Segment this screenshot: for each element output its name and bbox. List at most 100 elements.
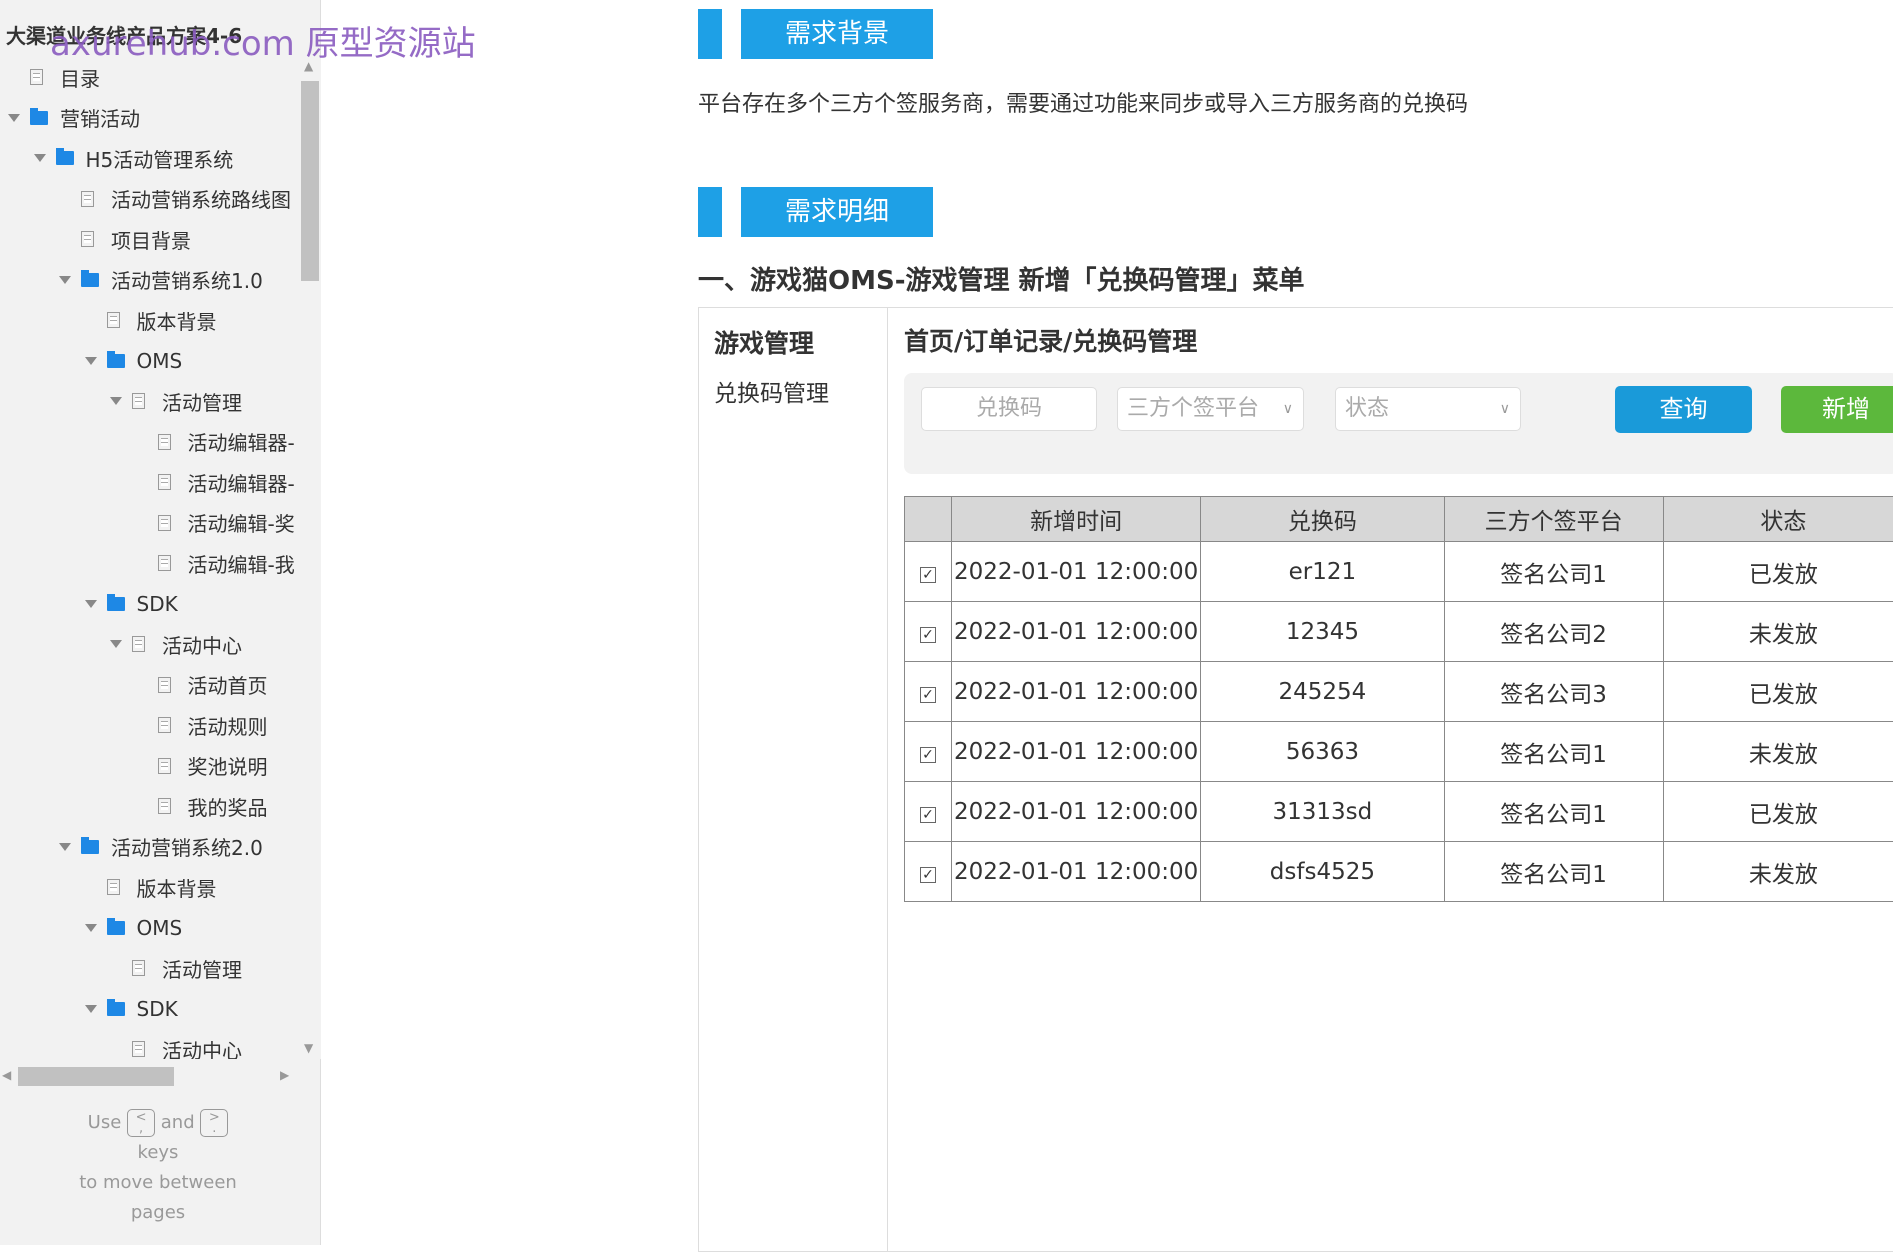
scroll-down-icon[interactable]: ▼	[304, 1041, 313, 1055]
tree-item[interactable]: 活动编辑-我	[158, 543, 295, 583]
tree-item[interactable]: OMS	[107, 908, 183, 948]
tree-item[interactable]: 活动首页	[158, 665, 268, 705]
horizontal-scrollbar[interactable]: ◀ ▶	[0, 1064, 299, 1088]
expand-arrow-icon[interactable]	[85, 1005, 97, 1013]
table-cell: 签名公司3	[1444, 662, 1663, 722]
table-cell: dsfs4525	[1201, 842, 1444, 902]
table-cell: 未发放	[1663, 722, 1893, 782]
comma-key-icon: <,	[127, 1109, 155, 1137]
row-checkbox[interactable]: ✓	[920, 807, 936, 823]
expand-arrow-icon[interactable]	[110, 640, 122, 648]
add-button[interactable]: 新增	[1781, 386, 1893, 433]
folder-icon	[81, 840, 99, 854]
row-checkbox[interactable]: ✓	[920, 567, 936, 583]
folder-icon	[107, 1002, 125, 1016]
chevron-down-icon: ∨	[1283, 388, 1293, 430]
tree-item-label: 奖池说明	[188, 751, 268, 780]
tree-item-label: SDK	[137, 997, 178, 1021]
help-text: pages	[0, 1198, 316, 1228]
menu-item-redeem-codes[interactable]: 兑换码管理	[714, 374, 829, 408]
tree-item-label: OMS	[137, 916, 183, 940]
tree-item[interactable]: 活动编辑-奖	[158, 503, 295, 543]
tree-item[interactable]: H5活动管理系统	[56, 138, 234, 178]
row-checkbox[interactable]: ✓	[920, 627, 936, 643]
tree-item[interactable]: 活动营销系统1.0	[81, 260, 263, 300]
requirement-heading: 一、游戏猫OMS-游戏管理 新增「兑换码管理」菜单	[698, 260, 1305, 297]
table-cell: 2022-01-01 12:00:00	[952, 662, 1201, 722]
row-checkbox[interactable]: ✓	[920, 687, 936, 703]
tree-item[interactable]: 奖池说明	[158, 746, 268, 786]
tree-item[interactable]: 目录	[30, 57, 100, 97]
query-button[interactable]: 查询	[1615, 386, 1752, 433]
platform-select[interactable]: 三方个签平台∨	[1117, 387, 1304, 431]
expand-arrow-icon[interactable]	[85, 357, 97, 365]
help-text: to move between	[0, 1168, 316, 1198]
tree-item[interactable]: 活动中心	[132, 1029, 242, 1059]
table-cell: 已发放	[1663, 782, 1893, 842]
tree-item-label: 活动编辑器-	[188, 427, 295, 456]
tree-item-label: H5活动管理系统	[86, 144, 234, 173]
sidebar: 大渠道业务线产品方案4-6 axurehub.com 原型资源站 目录营销活动H…	[0, 0, 321, 1245]
row-checkbox-cell: ✓	[905, 662, 952, 722]
expand-arrow-icon[interactable]	[59, 843, 71, 851]
tree-item[interactable]: SDK	[107, 989, 178, 1029]
tree-item-label: 我的奖品	[188, 792, 268, 821]
tree-item[interactable]: 项目背景	[81, 219, 191, 259]
tree-item[interactable]: 活动中心	[132, 624, 242, 664]
table-cell: 已发放	[1663, 662, 1893, 722]
tree-item-label: 活动规则	[188, 711, 268, 740]
tree-item[interactable]: 活动规则	[158, 705, 268, 745]
section-marker	[698, 9, 722, 59]
section-title: 需求背景	[741, 9, 933, 59]
scroll-thumb[interactable]	[301, 81, 319, 281]
expand-arrow-icon[interactable]	[8, 114, 20, 122]
tree-item[interactable]: 版本背景	[107, 300, 217, 340]
table-cell: 未发放	[1663, 602, 1893, 662]
vertical-scrollbar[interactable]: ▲ ▼	[299, 57, 321, 1059]
folder-icon	[56, 151, 74, 165]
scroll-left-icon[interactable]: ◀	[2, 1068, 11, 1082]
column-header: 状态	[1663, 497, 1893, 542]
scroll-up-icon[interactable]: ▲	[304, 59, 313, 73]
code-input[interactable]: 兑换码	[921, 387, 1097, 431]
table-header: 新增时间兑换码三方个签平台状态	[905, 497, 1893, 542]
tree-item[interactable]: 活动编辑器-	[158, 422, 295, 462]
tree-item-label: 活动编辑-我	[188, 549, 295, 578]
expand-arrow-icon[interactable]	[85, 924, 97, 932]
tree-item[interactable]: 活动营销系统2.0	[81, 827, 263, 867]
tree-item[interactable]: 我的奖品	[158, 786, 268, 826]
tree-item[interactable]: 活动管理	[132, 381, 242, 421]
scroll-right-icon[interactable]: ▶	[280, 1068, 289, 1082]
tree-item[interactable]: 活动编辑器-	[158, 462, 295, 502]
table-cell: 2022-01-01 12:00:00	[952, 782, 1201, 842]
row-checkbox[interactable]: ✓	[920, 747, 936, 763]
status-select[interactable]: 状态∨	[1335, 387, 1521, 431]
expand-arrow-icon[interactable]	[85, 600, 97, 608]
section-marker	[698, 187, 722, 237]
folder-icon	[107, 921, 125, 935]
folder-icon	[81, 273, 99, 287]
period-key-icon: >.	[200, 1109, 228, 1137]
expand-arrow-icon[interactable]	[110, 397, 122, 405]
tree-item[interactable]: SDK	[107, 584, 178, 624]
help-text: and	[161, 1112, 195, 1133]
table-cell: 签名公司2	[1444, 602, 1663, 662]
column-header: 三方个签平台	[1444, 497, 1663, 542]
page-icon	[158, 758, 171, 774]
expand-arrow-icon[interactable]	[59, 276, 71, 284]
tree-item[interactable]: 版本背景	[107, 867, 217, 907]
page-icon	[132, 636, 145, 652]
tree-item[interactable]: 活动管理	[132, 948, 242, 988]
expand-arrow-icon[interactable]	[34, 154, 46, 162]
tree-item-label: 活动编辑器-	[188, 468, 295, 497]
tree-item[interactable]: OMS	[107, 341, 183, 381]
table-row: ✓2022-01-01 12:00:0012345签名公司2未发放	[905, 602, 1893, 662]
scroll-thumb[interactable]	[18, 1067, 174, 1086]
tree-item[interactable]: 活动营销系统路线图	[81, 179, 291, 219]
table-cell: 56363	[1201, 722, 1444, 782]
page-icon	[132, 960, 145, 976]
table-cell: 245254	[1201, 662, 1444, 722]
row-checkbox[interactable]: ✓	[920, 867, 936, 883]
tree-item[interactable]: 营销活动	[30, 98, 140, 138]
table-cell: 签名公司1	[1444, 542, 1663, 602]
